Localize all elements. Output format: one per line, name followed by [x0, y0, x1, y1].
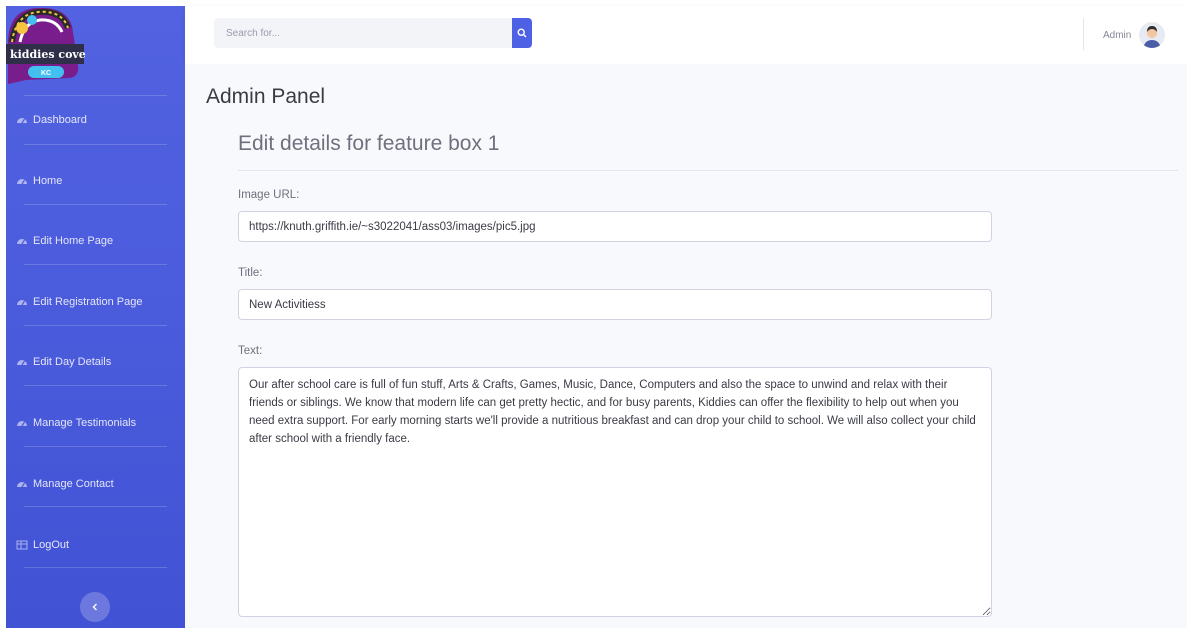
- sidebar-item-label: Edit Home Page: [33, 235, 114, 247]
- table-icon: [16, 539, 28, 551]
- sidebar-item-label: Manage Testimonials: [33, 417, 137, 429]
- main-content: Admin Panel Edit details for feature box…: [185, 64, 1187, 628]
- topbar: Admin: [185, 6, 1187, 64]
- form-divider: [238, 170, 1178, 171]
- logo-text: kiddies cove: [10, 48, 86, 61]
- sidebar-divider: [24, 446, 167, 447]
- dashboard-icon: [16, 175, 28, 187]
- sidebar-divider: [24, 567, 167, 568]
- page-title: Admin Panel: [206, 85, 326, 108]
- dashboard-icon: [16, 356, 28, 368]
- sidebar-item-edit-home-page[interactable]: Edit Home Page: [6, 211, 185, 271]
- sidebar: kiddies cove KC Dashboard Home Edit Home…: [6, 6, 185, 628]
- search-input[interactable]: [214, 18, 512, 48]
- logo-badge-text: KC: [41, 70, 51, 77]
- image-url-field[interactable]: [238, 211, 992, 242]
- sidebar-item-label: Edit Registration Page: [33, 296, 143, 308]
- sidebar-divider: [24, 506, 167, 507]
- text-area[interactable]: Our after school care is full of fun stu…: [238, 367, 992, 617]
- brand[interactable]: kiddies cove KC: [6, 6, 185, 96]
- kiddies-cove-logo[interactable]: kiddies cove KC: [6, 6, 86, 84]
- dashboard-icon: [16, 235, 28, 247]
- sidebar-item-edit-registration-page[interactable]: Edit Registration Page: [6, 272, 185, 332]
- dashboard-icon: [16, 417, 28, 429]
- sidebar-item-label: Edit Day Details: [33, 356, 112, 368]
- title-field[interactable]: [238, 289, 992, 320]
- dashboard-icon: [16, 296, 28, 308]
- sidebar-divider: [24, 325, 167, 326]
- sidebar-item-dashboard[interactable]: Dashboard: [6, 90, 185, 150]
- sidebar-divider: [24, 204, 167, 205]
- topbar-divider: [1083, 18, 1084, 50]
- search-bar: [214, 18, 532, 48]
- sidebar-item-edit-day-details[interactable]: Edit Day Details: [6, 332, 185, 392]
- title-label: Title:: [238, 267, 263, 279]
- dashboard-icon: [16, 114, 28, 126]
- form-title: Edit details for feature box 1: [238, 132, 500, 155]
- sidebar-item-label: Manage Contact: [33, 478, 114, 490]
- sidebar-divider: [24, 264, 167, 265]
- sidebar-item-manage-testimonials[interactable]: Manage Testimonials: [6, 393, 185, 453]
- dashboard-icon: [16, 478, 28, 490]
- image-url-label: Image URL:: [238, 189, 300, 201]
- search-icon: [517, 28, 527, 38]
- avatar[interactable]: [1139, 22, 1166, 48]
- edit-form-card: Edit details for feature box 1 Image URL…: [219, 114, 1187, 628]
- sidebar-toggle-button[interactable]: [80, 592, 110, 622]
- chevron-left-icon: [92, 603, 97, 611]
- sidebar-item-home[interactable]: Home: [6, 151, 185, 211]
- sidebar-divider: [24, 385, 167, 386]
- text-label: Text:: [238, 345, 263, 357]
- sidebar-item-logout[interactable]: LogOut: [6, 515, 185, 575]
- user-name: Admin: [1103, 29, 1132, 41]
- sidebar-divider: [24, 144, 167, 145]
- sidebar-item-manage-contact[interactable]: Manage Contact: [6, 454, 185, 514]
- sidebar-item-label: Dashboard: [33, 114, 87, 126]
- user-menu[interactable]: Admin: [1103, 20, 1166, 50]
- sidebar-item-label: Home: [33, 175, 63, 187]
- search-button[interactable]: [512, 18, 532, 48]
- sidebar-item-label: LogOut: [33, 539, 70, 551]
